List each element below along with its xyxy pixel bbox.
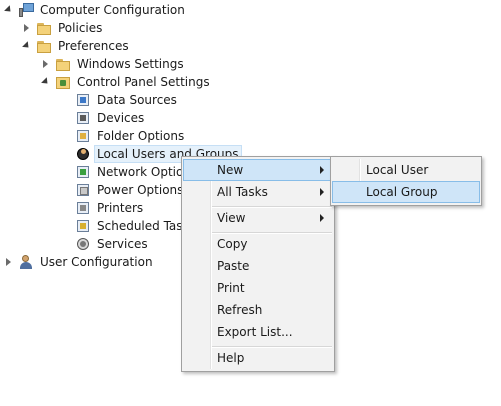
menu-item-print[interactable]: Print xyxy=(184,278,332,298)
scheduled-tasks-icon xyxy=(75,218,91,234)
collapse-icon[interactable] xyxy=(20,37,32,55)
tree-node-folder-options[interactable]: Folder Options xyxy=(75,127,186,145)
folder-icon xyxy=(55,56,71,72)
expand-icon[interactable] xyxy=(2,253,14,271)
menu-item-label: Local Group xyxy=(366,185,438,199)
menu-item-help[interactable]: Help xyxy=(184,348,332,368)
tree-node-label: Folder Options xyxy=(97,129,185,143)
tree-node-label: Devices xyxy=(97,111,145,125)
user-icon xyxy=(18,254,34,270)
tree-node-computer-configuration[interactable]: Computer Configuration xyxy=(2,1,187,19)
menu-item-export-list[interactable]: Export List... xyxy=(184,322,332,342)
network-icon xyxy=(75,164,91,180)
menu-item-copy[interactable]: Copy xyxy=(184,234,332,254)
menu-item-view[interactable]: View xyxy=(184,208,332,228)
context-menu: New All Tasks View Copy Paste Print Refr… xyxy=(181,156,335,372)
expand-icon[interactable] xyxy=(20,19,32,37)
folder-options-icon xyxy=(75,128,91,144)
folder-icon xyxy=(36,20,52,36)
tree-node-label: User Configuration xyxy=(40,255,153,269)
tree-node-label: Power Options xyxy=(97,183,184,197)
menu-item-label: Copy xyxy=(217,237,248,251)
new-submenu: Local User Local Group xyxy=(330,156,482,206)
tree-node-printers[interactable]: Printers xyxy=(75,199,145,217)
submenu-arrow-icon xyxy=(320,166,324,174)
menu-item-all-tasks[interactable]: All Tasks xyxy=(184,182,332,202)
menu-item-label: New xyxy=(217,163,244,177)
tree-node-windows-settings[interactable]: Windows Settings xyxy=(39,55,186,73)
tree-node-services[interactable]: Services xyxy=(75,235,150,253)
tree-node-label: Windows Settings xyxy=(77,57,184,71)
menu-item-label: Paste xyxy=(217,259,250,273)
menu-item-local-group[interactable]: Local Group xyxy=(332,181,480,203)
tree-node-power-options[interactable]: Power Options xyxy=(75,181,185,199)
tree-node-label: Computer Configuration xyxy=(40,3,185,17)
menu-item-paste[interactable]: Paste xyxy=(184,256,332,276)
collapse-icon[interactable] xyxy=(2,1,14,19)
submenu-arrow-icon xyxy=(320,214,324,222)
tree-node-preferences[interactable]: Preferences xyxy=(20,37,131,55)
tree-node-policies[interactable]: Policies xyxy=(20,19,104,37)
devices-icon xyxy=(75,110,91,126)
submenu-arrow-icon xyxy=(320,188,324,196)
collapse-icon[interactable] xyxy=(39,73,51,91)
menu-item-label: All Tasks xyxy=(217,185,268,199)
tree-node-label: Preferences xyxy=(58,39,129,53)
printer-icon xyxy=(75,200,91,216)
tree-node-label: Services xyxy=(97,237,148,251)
tree-node-label: Printers xyxy=(97,201,144,215)
services-icon xyxy=(75,236,91,252)
menu-item-local-user[interactable]: Local User xyxy=(333,160,479,180)
tree-node-devices[interactable]: Devices xyxy=(75,109,146,127)
menu-item-new[interactable]: New xyxy=(183,159,333,181)
folder-icon xyxy=(36,38,52,54)
tree-node-label: Control Panel Settings xyxy=(77,75,210,89)
tree-node-user-configuration[interactable]: User Configuration xyxy=(2,253,155,271)
menu-item-label: View xyxy=(217,211,246,225)
users-icon xyxy=(75,146,91,162)
menu-item-label: Help xyxy=(217,351,245,365)
tree-node-label: Policies xyxy=(58,21,103,35)
menu-item-label: Local User xyxy=(366,163,429,177)
tree-node-data-sources[interactable]: Data Sources xyxy=(75,91,179,109)
menu-item-label: Export List... xyxy=(217,325,293,339)
power-icon xyxy=(75,182,91,198)
tree-node-scheduled-tasks[interactable]: Scheduled Tasks xyxy=(75,217,198,235)
menu-item-refresh[interactable]: Refresh xyxy=(184,300,332,320)
tree-node-label: Data Sources xyxy=(97,93,177,107)
data-sources-icon xyxy=(75,92,91,108)
menu-item-label: Print xyxy=(217,281,245,295)
tree-node-control-panel-settings[interactable]: Control Panel Settings xyxy=(39,73,212,91)
menu-item-label: Refresh xyxy=(217,303,263,317)
computer-icon xyxy=(18,2,34,18)
expand-icon[interactable] xyxy=(39,55,51,73)
control-panel-icon xyxy=(55,74,71,90)
